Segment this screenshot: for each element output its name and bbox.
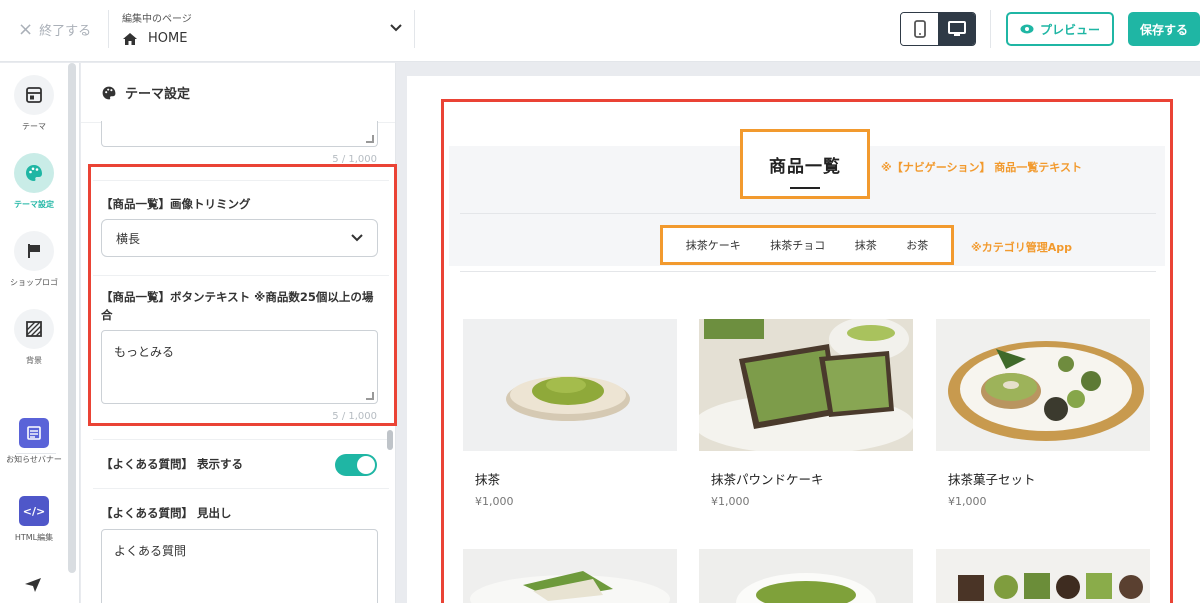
faq-heading-value: よくある質問: [114, 544, 187, 558]
title-underline: [790, 187, 820, 189]
divider: [93, 488, 389, 489]
divider: [990, 10, 991, 48]
top-bar: × 終了する 編集中のページ HOME プレビュー 保存する: [0, 0, 1200, 62]
rail-item-theme[interactable]: テーマ: [6, 75, 62, 132]
page-selector-caption: 編集中のページ: [122, 14, 192, 25]
chevron-down-icon: [390, 24, 402, 32]
hatch-icon: [26, 321, 42, 337]
desktop-view-button[interactable]: [938, 13, 975, 45]
annotation-title: ※【ナビゲーション】 商品一覧テキスト: [881, 161, 1082, 174]
faq-heading-label: 【よくある質問】 見出し: [101, 506, 232, 520]
rail-item-announcement-banner[interactable]: お知らせバナー: [6, 418, 62, 465]
mobile-view-button[interactable]: [901, 13, 938, 45]
rail-item-html-edit[interactable]: </> HTML編集: [6, 496, 62, 543]
rail-scrollbar[interactable]: [68, 63, 76, 573]
category-link[interactable]: 抹茶チョコ: [770, 237, 825, 253]
preview-button[interactable]: プレビュー: [1006, 12, 1114, 46]
preview-label: プレビュー: [1039, 22, 1100, 37]
product-image: [463, 319, 677, 451]
product-card[interactable]: 抹茶 ¥1,000: [463, 319, 677, 508]
flag-icon: [28, 244, 40, 258]
section-title-box: 商品一覧: [740, 129, 870, 199]
exit-button[interactable]: × 終了する: [18, 20, 91, 39]
faq-show-label: 【よくある質問】 表示する: [101, 457, 244, 471]
divider: [108, 10, 109, 48]
palette-icon: [102, 86, 116, 99]
category-link[interactable]: 抹茶: [855, 237, 877, 253]
device-toggle: [900, 12, 976, 46]
mobile-icon: [913, 20, 926, 38]
palette-icon: [26, 165, 42, 181]
send-icon[interactable]: [24, 577, 42, 593]
divider: [460, 271, 1156, 272]
close-icon: ×: [18, 18, 34, 40]
faq-heading-input[interactable]: よくある質問: [101, 529, 378, 603]
rail-label: テーマ: [22, 122, 46, 131]
section-title: 商品一覧: [769, 157, 841, 177]
highlight-box: [88, 164, 397, 426]
panel-scrollbar[interactable]: [387, 430, 393, 450]
exit-label: 終了する: [39, 24, 92, 39]
divider: [460, 213, 1156, 214]
product-price: ¥1,000: [711, 495, 750, 508]
rail-label: テーマ設定: [14, 200, 54, 209]
product-price: ¥1,000: [475, 495, 514, 508]
rail-label: ショップロゴ: [10, 278, 58, 287]
page-name: HOME: [148, 31, 188, 46]
rail-label: HTML編集: [14, 533, 54, 542]
product-image[interactable]: [699, 549, 913, 603]
category-nav: 抹茶ケーキ 抹茶チョコ 抹茶 お茶: [660, 225, 954, 265]
desktop-icon: [947, 21, 966, 36]
rail-label: お知らせバナー: [6, 455, 62, 464]
product-card[interactable]: 抹茶菓子セット ¥1,000: [936, 319, 1150, 508]
rail-item-theme-settings[interactable]: テーマ設定: [6, 153, 62, 210]
annotation-categories: ※カテゴリ管理App: [971, 241, 1072, 254]
product-image: [699, 319, 913, 451]
product-image: [936, 319, 1150, 451]
category-link[interactable]: 抹茶ケーキ: [686, 237, 741, 253]
rail-item-shop-logo[interactable]: ショップロゴ: [6, 231, 62, 288]
page-selector[interactable]: 編集中のページ HOME: [122, 10, 412, 50]
product-image[interactable]: [463, 549, 677, 603]
faq-show-toggle[interactable]: [335, 454, 377, 476]
divider: [414, 10, 415, 48]
divider: [93, 439, 389, 440]
product-price: ¥1,000: [948, 495, 987, 508]
layout-icon: [26, 87, 42, 103]
banner-icon: [27, 426, 41, 440]
product-image[interactable]: [936, 549, 1150, 603]
panel-title: テーマ設定: [125, 87, 191, 102]
home-icon: [123, 32, 137, 45]
eye-icon: [1020, 24, 1034, 34]
code-icon: </>: [19, 496, 49, 526]
rail-item-background[interactable]: 背景: [6, 309, 62, 366]
product-card[interactable]: 抹茶パウンドケーキ ¥1,000: [699, 319, 913, 508]
product-name: 抹茶: [475, 472, 501, 487]
save-button[interactable]: 保存する: [1128, 12, 1200, 46]
product-name: 抹茶パウンドケーキ: [711, 472, 824, 487]
textarea-previous[interactable]: [101, 121, 378, 147]
rail-label: 背景: [26, 356, 42, 365]
category-link[interactable]: お茶: [906, 237, 928, 253]
panel-header: テーマ設定: [81, 63, 395, 123]
product-name: 抹茶菓子セット: [948, 472, 1036, 487]
